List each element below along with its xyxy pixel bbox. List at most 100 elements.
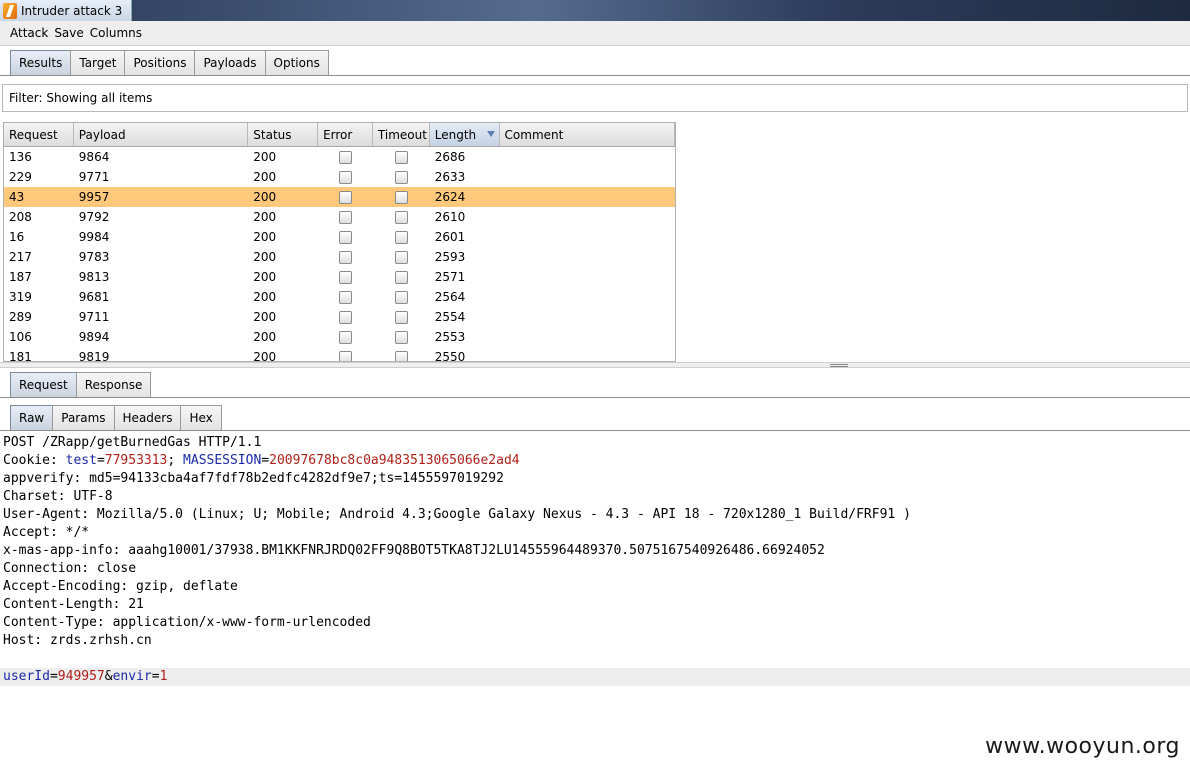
header-line: Host: zrds.zrhsh.cn xyxy=(3,633,152,648)
cell-error xyxy=(318,270,373,284)
col-request[interactable]: Request xyxy=(4,123,74,146)
main-tabs: Results Target Positions Payloads Option… xyxy=(10,50,329,75)
error-checkbox[interactable] xyxy=(338,310,352,324)
cell-timeout xyxy=(373,150,430,164)
col-error[interactable]: Error xyxy=(318,123,373,146)
header-line: Content-Type: application/x-www-form-url… xyxy=(3,615,371,630)
cell-status: 200 xyxy=(253,350,277,362)
error-checkbox[interactable] xyxy=(338,290,352,304)
cell-payload: 9984 xyxy=(78,230,110,244)
header-lines: appverify: md5=94133cba4af7fdf78b2edfc42… xyxy=(0,470,1190,650)
cell-error xyxy=(318,310,373,324)
cell-payload: 9711 xyxy=(78,310,110,324)
cell-payload: 9894 xyxy=(78,330,110,344)
cell-timeout xyxy=(373,330,430,344)
param-name-userid: userId xyxy=(3,669,50,684)
cell-timeout xyxy=(373,270,430,284)
tab-response[interactable]: Response xyxy=(75,372,152,397)
table-row[interactable]: 181 9819 200 2550 xyxy=(4,347,675,362)
cell-error xyxy=(318,190,373,204)
table-row[interactable]: 187 9813 200 2571 xyxy=(4,267,675,287)
table-row[interactable]: 16 9984 200 2601 xyxy=(4,227,675,247)
cell-payload: 9783 xyxy=(78,250,110,264)
error-checkbox[interactable] xyxy=(338,190,352,204)
tab-divider xyxy=(0,75,1190,76)
table-row[interactable]: 136 9864 200 2686 xyxy=(4,147,675,167)
table-row[interactable]: 217 9783 200 2593 xyxy=(4,247,675,267)
table-row[interactable]: 289 9711 200 2554 xyxy=(4,307,675,327)
header-line: Accept: */* xyxy=(3,525,90,540)
header-line: Content-Length: 21 xyxy=(3,597,144,612)
col-status[interactable]: Status xyxy=(248,123,319,146)
timeout-checkbox[interactable] xyxy=(394,330,408,344)
table-row[interactable]: 208 9792 200 2610 xyxy=(4,207,675,227)
timeout-checkbox[interactable] xyxy=(394,230,408,244)
cell-request: 136 xyxy=(9,150,32,164)
error-checkbox[interactable] xyxy=(338,250,352,264)
cell-error xyxy=(318,230,373,244)
cell-length: 2554 xyxy=(434,310,466,324)
cookie-line: Cookie: test=77953313; MASSESSION=200976… xyxy=(0,452,1190,470)
col-length[interactable]: Length xyxy=(429,123,500,146)
error-checkbox[interactable] xyxy=(338,230,352,244)
cell-payload: 9957 xyxy=(78,190,110,204)
cell-error xyxy=(318,250,373,264)
param-value-envir: 1 xyxy=(159,669,168,684)
menu-attack[interactable]: Attack xyxy=(10,26,48,40)
tab-target[interactable]: Target xyxy=(70,50,126,75)
col-timeout[interactable]: Timeout xyxy=(373,123,430,146)
filter-bar[interactable]: Filter: Showing all items xyxy=(2,84,1188,112)
timeout-checkbox[interactable] xyxy=(394,350,408,361)
cell-length: 2601 xyxy=(434,230,466,244)
tab-hex[interactable]: Hex xyxy=(180,405,222,430)
burp-app-icon xyxy=(3,2,17,19)
header-line: appverify: md5=94133cba4af7fdf78b2edfc42… xyxy=(3,471,504,486)
tab-request[interactable]: Request xyxy=(10,372,77,397)
tab-raw[interactable]: Raw xyxy=(10,405,54,430)
cell-request: 43 xyxy=(9,190,25,204)
tab-payloads[interactable]: Payloads xyxy=(194,50,266,75)
tab-options[interactable]: Options xyxy=(264,50,329,75)
error-checkbox[interactable] xyxy=(338,270,352,284)
table-row[interactable]: 319 9681 200 2564 xyxy=(4,287,675,307)
timeout-checkbox[interactable] xyxy=(394,250,408,264)
menu-save[interactable]: Save xyxy=(54,26,83,40)
results-table: Request Payload Status Error Timeout Len… xyxy=(3,122,676,362)
col-comment[interactable]: Comment xyxy=(500,123,675,146)
header-line: Connection: close xyxy=(3,561,137,576)
body-eq-2: = xyxy=(151,669,160,684)
cell-length: 2686 xyxy=(434,150,466,164)
timeout-checkbox[interactable] xyxy=(394,210,408,224)
tab-params[interactable]: Params xyxy=(52,405,115,430)
timeout-checkbox[interactable] xyxy=(394,170,408,184)
timeout-checkbox[interactable] xyxy=(394,150,408,164)
col-payload[interactable]: Payload xyxy=(74,123,249,146)
header-line: Charset: UTF-8 xyxy=(3,489,113,504)
error-checkbox[interactable] xyxy=(338,150,352,164)
table-row[interactable]: 43 9957 200 2624 xyxy=(4,187,675,207)
error-checkbox[interactable] xyxy=(338,350,352,361)
cell-length: 2624 xyxy=(434,190,466,204)
sort-desc-icon xyxy=(486,131,495,137)
error-checkbox[interactable] xyxy=(338,170,352,184)
timeout-checkbox[interactable] xyxy=(394,310,408,324)
timeout-checkbox[interactable] xyxy=(394,290,408,304)
timeout-checkbox[interactable] xyxy=(394,190,408,204)
body-eq-1: = xyxy=(49,669,58,684)
table-row[interactable]: 229 9771 200 2633 xyxy=(4,167,675,187)
cell-timeout xyxy=(373,210,430,224)
cell-status: 200 xyxy=(253,210,277,224)
tab-positions[interactable]: Positions xyxy=(124,50,196,75)
raw-request-editor[interactable]: POST /ZRapp/getBurnedGas HTTP/1.1 Cookie… xyxy=(0,434,1190,776)
timeout-checkbox[interactable] xyxy=(394,270,408,284)
cell-request: 106 xyxy=(9,330,32,344)
tab-results[interactable]: Results xyxy=(10,50,72,75)
menu-columns[interactable]: Columns xyxy=(90,26,142,40)
table-row[interactable]: 106 9894 200 2553 xyxy=(4,327,675,347)
pane-splitter[interactable] xyxy=(0,362,1190,368)
error-checkbox[interactable] xyxy=(338,210,352,224)
error-checkbox[interactable] xyxy=(338,330,352,344)
tab-headers[interactable]: Headers xyxy=(113,405,182,430)
splitter-grip[interactable] xyxy=(830,364,848,367)
